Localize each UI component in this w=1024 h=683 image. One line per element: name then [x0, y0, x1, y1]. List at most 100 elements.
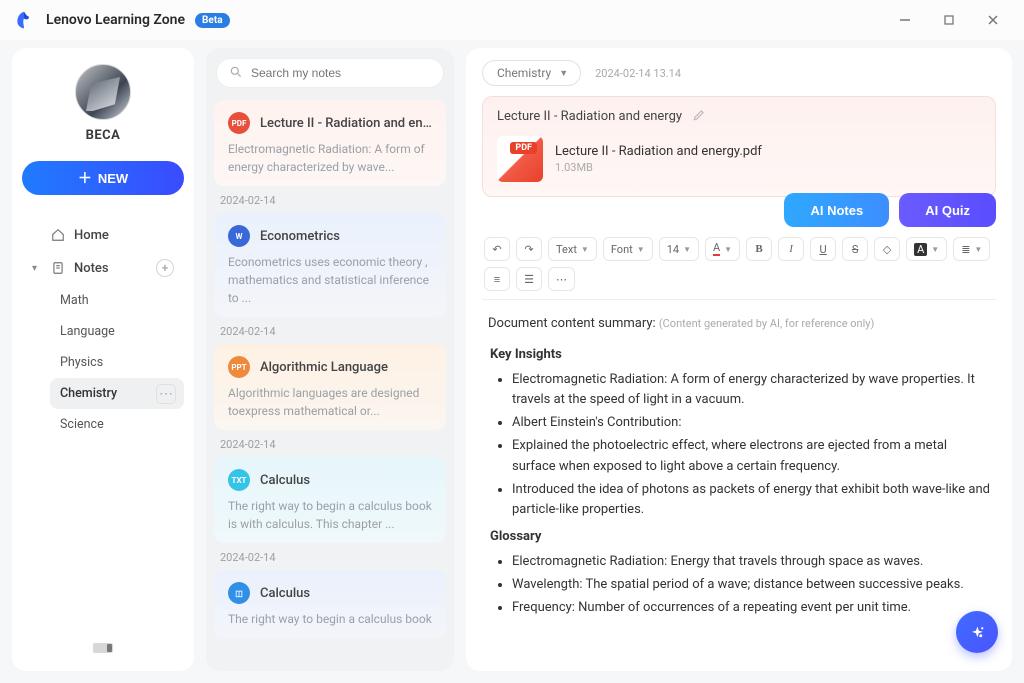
- content-panel: Chemistry ▼ 2024-02-14 13.14 Lecture II …: [466, 48, 1012, 671]
- caret-down-icon: ▾: [32, 263, 42, 274]
- insight-item: Explained the photoelectric effect, wher…: [512, 436, 990, 478]
- image-icon: ◫: [228, 582, 250, 604]
- ai-quiz-button[interactable]: AI Quiz: [899, 193, 996, 227]
- note-title: Lecture II - Radiation and ene...: [260, 116, 432, 131]
- file-thumbnail[interactable]: PDF: [497, 136, 543, 182]
- edit-icon[interactable]: [692, 107, 706, 126]
- note-card-econometrics[interactable]: W Econometrics Econometrics uses economi…: [214, 213, 446, 317]
- note-date: 2024-02-14: [206, 186, 454, 211]
- close-button[interactable]: [976, 6, 1010, 34]
- font-dropdown[interactable]: Font▼: [603, 237, 653, 261]
- text-style-dropdown[interactable]: Text▼: [548, 237, 597, 261]
- fontsize-dropdown[interactable]: 14▼: [659, 237, 699, 261]
- undo-button[interactable]: ↶: [484, 237, 510, 261]
- file-banner: Lecture II - Radiation and energy PDF Le…: [482, 96, 996, 197]
- ppt-icon: PPT: [228, 356, 250, 378]
- nav-home-label: Home: [74, 228, 109, 243]
- summary-label: Document content summary:: [488, 316, 656, 331]
- search-input[interactable]: [216, 58, 444, 88]
- glossary-item: Frequency: Number of occurrences of a re…: [512, 598, 990, 619]
- numbered-list-button[interactable]: ☰: [516, 267, 542, 291]
- app-logo-icon: [14, 9, 36, 31]
- italic-button[interactable]: I: [778, 237, 804, 261]
- note-excerpt: Electromagnetic Radiation: A form of ene…: [228, 140, 432, 176]
- ai-assistant-fab[interactable]: [956, 611, 998, 653]
- note-date: 2024-02-14: [206, 543, 454, 568]
- strike-button[interactable]: S: [842, 237, 868, 261]
- new-button-label: NEW: [98, 171, 128, 186]
- nav-home[interactable]: Home: [22, 219, 184, 251]
- glossary-item: Wavelength: The spatial period of a wave…: [512, 575, 990, 596]
- notes-icon: [50, 260, 66, 276]
- add-note-category-button[interactable]: +: [156, 259, 174, 277]
- timestamp: 2024-02-14 13.14: [595, 67, 681, 80]
- search-icon: [229, 64, 243, 83]
- app-title: Lenovo Learning Zone: [46, 12, 185, 28]
- underline-button[interactable]: U: [810, 237, 836, 261]
- minimize-button[interactable]: [888, 6, 922, 34]
- note-excerpt: Algorithmic languages are designed toexp…: [228, 384, 432, 420]
- bold-button[interactable]: B: [746, 237, 772, 261]
- beta-badge: Beta: [195, 13, 230, 28]
- note-title: Algorithmic Language: [260, 360, 388, 375]
- more-button[interactable]: ⋯: [548, 267, 575, 291]
- nav-notes-label: Notes: [74, 261, 109, 276]
- document-body[interactable]: Document content summary: (Content gener…: [482, 300, 996, 671]
- file-name: Lecture II - Radiation and energy.pdf: [555, 144, 762, 159]
- sidebar-item-science[interactable]: Science: [50, 409, 184, 440]
- text-color-button[interactable]: A▼: [705, 237, 740, 261]
- txt-icon: TXT: [228, 469, 250, 491]
- insight-item: Introduced the idea of photons as packet…: [512, 480, 990, 522]
- highlight-color-button[interactable]: A▼: [906, 237, 947, 261]
- note-card-radiation[interactable]: PDF Lecture II - Radiation and ene... El…: [214, 100, 446, 186]
- notes-list-panel: PDF Lecture II - Radiation and ene... El…: [206, 48, 454, 671]
- search-field[interactable]: [251, 66, 431, 80]
- pdf-icon: PDF: [228, 112, 250, 134]
- new-button[interactable]: ＋ NEW: [22, 161, 184, 195]
- ai-notes-button[interactable]: AI Notes: [784, 193, 889, 227]
- chevron-down-icon: ▼: [559, 68, 568, 79]
- note-card-calculus-img[interactable]: ◫ Calculus The right way to begin a calc…: [214, 570, 446, 638]
- plus-icon: ＋: [78, 168, 92, 188]
- align-button[interactable]: ≣▼: [953, 237, 990, 261]
- glossary-item: Electromagnetic Radiation: Energy that t…: [512, 552, 990, 573]
- sidebar-item-physics[interactable]: Physics: [50, 347, 184, 378]
- sidebar-item-language[interactable]: Language: [50, 316, 184, 347]
- maximize-button[interactable]: [932, 6, 966, 34]
- note-title: Econometrics: [260, 229, 340, 244]
- insight-item: Electromagnetic Radiation: A form of ene…: [512, 370, 990, 412]
- note-card-calculus-txt[interactable]: TXT Calculus The right way to begin a ca…: [214, 457, 446, 543]
- sidebar-footer: [22, 635, 184, 661]
- key-insights-heading: Key Insights: [490, 345, 990, 366]
- document-title: Lecture II - Radiation and energy: [497, 109, 682, 124]
- note-title: Calculus: [260, 586, 310, 601]
- home-icon: [50, 227, 66, 243]
- word-icon: W: [228, 225, 250, 247]
- clear-format-button[interactable]: ◇: [874, 237, 900, 261]
- glossary-heading: Glossary: [490, 527, 990, 548]
- titlebar: Lenovo Learning Zone Beta: [0, 0, 1024, 40]
- note-card-algorithmic[interactable]: PPT Algorithmic Language Algorithmic lan…: [214, 344, 446, 430]
- note-excerpt: The right way to begin a calculus book i…: [228, 497, 432, 533]
- sidebar-item-chemistry[interactable]: Chemistry: [50, 378, 184, 409]
- nav-notes[interactable]: ▾ Notes +: [22, 251, 184, 285]
- note-excerpt: Econometrics uses economic theory , math…: [228, 253, 432, 307]
- sidebar-item-math[interactable]: Math: [50, 285, 184, 316]
- collapse-icon[interactable]: [93, 643, 113, 653]
- summary-hint: (Content generated by AI, for reference …: [659, 317, 874, 330]
- category-label: Chemistry: [497, 66, 551, 80]
- note-title: Calculus: [260, 473, 310, 488]
- avatar[interactable]: [75, 64, 131, 120]
- note-date: 2024-02-14: [206, 317, 454, 342]
- file-size: 1.03MB: [555, 161, 762, 174]
- insight-item: Albert Einstein's Contribution:: [512, 413, 990, 434]
- redo-button[interactable]: ↷: [516, 237, 542, 261]
- note-excerpt: The right way to begin a calculus book: [228, 610, 432, 628]
- sidebar: BECA ＋ NEW Home ▾ Notes + Math Language …: [12, 48, 194, 671]
- editor-toolbar: ↶ ↷ Text▼ Font▼ 14▼ A▼ B I U S ◇ A▼ ≣▼ ≡…: [482, 227, 996, 300]
- note-date: 2024-02-14: [206, 430, 454, 455]
- category-dropdown[interactable]: Chemistry ▼: [482, 60, 581, 86]
- pdf-badge: PDF: [510, 142, 537, 154]
- list-button[interactable]: ≡: [484, 267, 510, 291]
- username: BECA: [86, 128, 121, 143]
